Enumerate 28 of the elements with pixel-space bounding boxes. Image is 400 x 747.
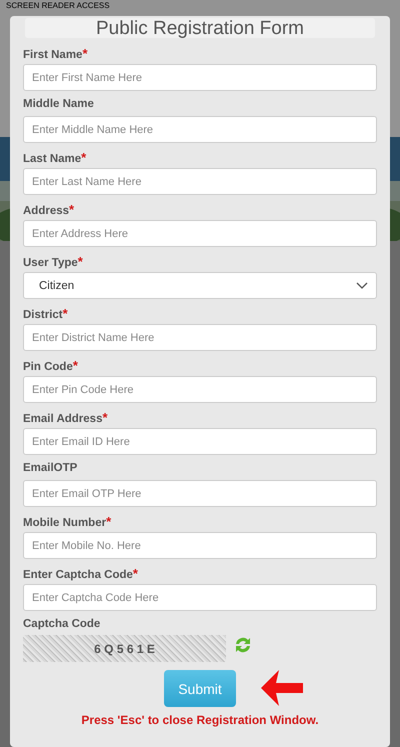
field-label: Middle Name	[23, 98, 95, 112]
field-label: EmailOTP	[23, 462, 78, 476]
field-label: District*	[23, 306, 69, 320]
input-field[interactable]: Enter Captcha Code Here	[23, 584, 377, 611]
close-hint: Press 'Esc' to close Registration Window.	[80, 713, 320, 727]
chevron-down-icon	[356, 282, 368, 290]
field-label: First Name*	[23, 46, 88, 60]
field-label: Captcha Code	[23, 618, 102, 632]
captcha-image: 6 Q 5 6 1 E	[23, 635, 226, 662]
input-field[interactable]: Enter Pin Code Here	[23, 376, 377, 403]
field-label: Email Address*	[23, 410, 109, 424]
input-field[interactable]: Enter Last Name Here	[23, 168, 377, 195]
arrow-icon	[259, 668, 305, 708]
input-field[interactable]: Enter District Name Here	[23, 324, 377, 351]
field-label: Last Name*	[23, 150, 88, 164]
input-field[interactable]: Enter First Name Here	[23, 64, 377, 91]
input-field[interactable]: Enter Address Here	[23, 220, 377, 247]
field-label: Pin Code*	[23, 358, 79, 372]
input-field[interactable]: Enter Mobile No. Here	[23, 532, 377, 559]
input-field[interactable]: Enter Middle Name Here	[23, 116, 377, 143]
field-label: Enter Captcha Code*	[23, 566, 139, 580]
input-field[interactable]: Enter Email OTP Here	[23, 480, 377, 507]
user-type-dropdown[interactable]: Citizen	[23, 272, 377, 299]
field-label: User Type*	[23, 254, 84, 268]
field-label: Address*	[23, 202, 76, 216]
form-title: Public Registration Form	[25, 18, 375, 38]
input-field[interactable]: Enter Email ID Here	[23, 428, 377, 455]
field-label: Mobile Number*	[23, 514, 112, 528]
